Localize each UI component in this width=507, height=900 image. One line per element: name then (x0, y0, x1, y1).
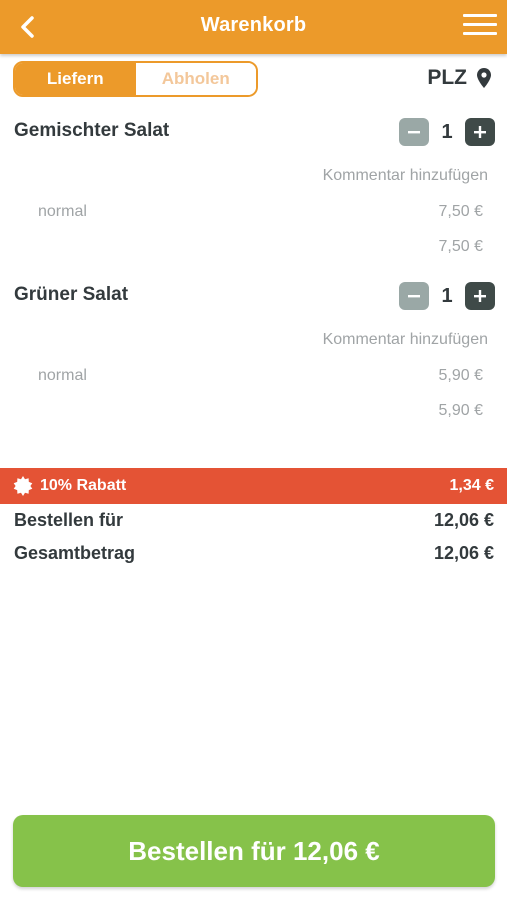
total-label: Gesamtbetrag (14, 543, 136, 563)
quantity-value: 1 (441, 120, 453, 143)
tab-abholen[interactable]: Abholen (135, 63, 256, 95)
discount-amount: 1,34 € (449, 477, 494, 494)
decrease-quantity-button[interactable] (399, 282, 429, 310)
map-pin-icon (477, 68, 491, 88)
minus-icon (408, 295, 420, 298)
add-comment-link[interactable]: Kommentar hinzufügen (323, 331, 488, 349)
page-title: Warenkorb (200, 14, 307, 36)
item-line-total: 5,90 € (438, 402, 483, 419)
variant-price: 5,90 € (438, 367, 483, 384)
minus-icon (408, 131, 420, 134)
total-value: 12,06 € (433, 543, 494, 563)
postal-code-label: PLZ (427, 66, 467, 89)
order-for-value: 12,06 € (433, 510, 494, 530)
item-name: Grüner Salat (14, 284, 129, 305)
plus-icon (474, 290, 486, 302)
quantity-stepper: 1 (399, 118, 495, 146)
item-variant: normal (38, 203, 87, 220)
decrease-quantity-button[interactable] (399, 118, 429, 146)
quantity-value: 1 (441, 284, 453, 307)
quantity-stepper: 1 (399, 282, 495, 310)
postal-code-selector[interactable]: PLZ (427, 66, 491, 90)
total-row: Gesamtbetrag 12,06 € (14, 543, 494, 564)
increase-quantity-button[interactable] (465, 118, 495, 146)
delivery-mode-toggle: Liefern Abholen (13, 61, 258, 97)
variant-price: 7,50 € (438, 203, 483, 220)
plus-icon (474, 126, 486, 138)
add-comment-link[interactable]: Kommentar hinzufügen (323, 167, 488, 185)
increase-quantity-button[interactable] (465, 282, 495, 310)
place-order-button[interactable]: Bestellen für 12,06 € (13, 815, 495, 887)
order-for-label: Bestellen für (14, 510, 124, 530)
discount-badge-icon (13, 476, 33, 496)
menu-button[interactable] (463, 14, 497, 40)
tab-liefern[interactable]: Liefern (15, 63, 136, 95)
discount-label: 10% Rabatt (40, 477, 127, 494)
item-name: Gemischter Salat (14, 120, 170, 141)
item-line-total: 7,50 € (438, 238, 483, 255)
order-for-row: Bestellen für 12,06 € (14, 510, 494, 531)
app-header: Warenkorb (0, 0, 507, 54)
item-variant: normal (38, 367, 87, 384)
hamburger-menu-icon (463, 14, 497, 17)
discount-banner: 10% Rabatt 1,34 € (0, 468, 507, 504)
